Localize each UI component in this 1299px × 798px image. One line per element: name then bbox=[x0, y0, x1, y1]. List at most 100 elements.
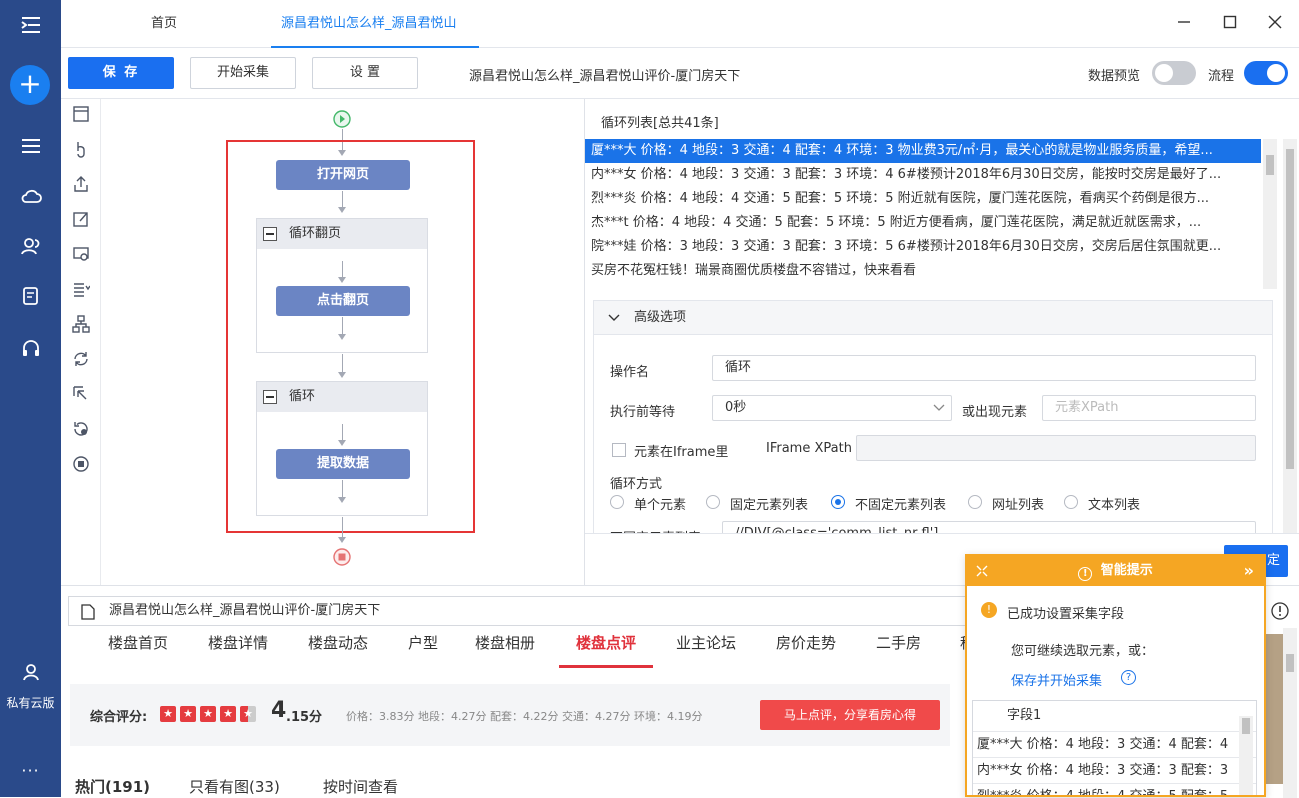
connector-line bbox=[342, 517, 343, 538]
click-tool-icon[interactable] bbox=[69, 140, 93, 164]
iframe-checkbox[interactable] bbox=[612, 443, 626, 457]
nav-item[interactable]: 楼盘首页 bbox=[108, 628, 168, 668]
save-and-start-link[interactable]: 保存并开始采集 bbox=[1011, 670, 1102, 689]
new-task-button[interactable]: + bbox=[10, 65, 50, 105]
chevron-down-icon bbox=[608, 301, 620, 349]
flow-node-open-page[interactable]: 打开网页 bbox=[276, 160, 410, 190]
radio-nonfixed-list[interactable] bbox=[831, 495, 845, 509]
list-item[interactable]: 内***女 价格：4 地段：3 交通：3 配套：3 环境：4 6#楼预计2018… bbox=[585, 163, 1261, 187]
nav-item[interactable]: 房价走势 bbox=[776, 628, 836, 668]
write-review-button[interactable]: 马上点评，分享看房心得 bbox=[760, 700, 940, 730]
connector-line bbox=[342, 424, 343, 441]
flow-toggle[interactable] bbox=[1244, 61, 1288, 85]
nav-item[interactable]: 楼盘详情 bbox=[208, 628, 268, 668]
collapse-double-chevron-icon[interactable]: » bbox=[1244, 556, 1254, 586]
radio-single-element[interactable] bbox=[610, 495, 624, 509]
table-row: 内***女 价格：4 地段：3 交通：3 配套：3 bbox=[973, 757, 1256, 783]
smart-tip-title: 智能提示 bbox=[1100, 563, 1153, 578]
task-list-icon[interactable] bbox=[0, 126, 61, 166]
nav-item[interactable]: 楼盘动态 bbox=[308, 628, 368, 668]
connector-arrow bbox=[338, 440, 346, 446]
user-icon[interactable] bbox=[0, 652, 61, 692]
sort-tab-images[interactable]: 只看有图(33) bbox=[189, 776, 280, 797]
switch-dropdown-tool-icon[interactable] bbox=[69, 280, 93, 304]
loop-page-label: 循环翻页 bbox=[289, 226, 342, 241]
collapse-loop-icon[interactable] bbox=[263, 390, 277, 404]
sort-tab-time[interactable]: 按时间查看 bbox=[323, 776, 398, 797]
help-icon[interactable]: ? bbox=[1121, 670, 1136, 685]
collapse-loop-page-icon[interactable] bbox=[263, 227, 277, 241]
tip-scrollbar[interactable] bbox=[1239, 716, 1253, 795]
browser-scrollbar[interactable] bbox=[1283, 628, 1297, 798]
settings-button[interactable]: 设 置 bbox=[312, 57, 418, 89]
list-item[interactable]: 买房不花冤枉钱！瑞景商圈优质楼盘不容错过，快来看看 bbox=[585, 259, 1261, 283]
cloud-icon[interactable] bbox=[0, 176, 61, 216]
rating-score-decimal: .15分 bbox=[286, 710, 323, 725]
save-button[interactable]: 保 存 bbox=[68, 57, 174, 89]
list-scrollbar[interactable] bbox=[1263, 139, 1277, 289]
list-item[interactable]: 院***娃 价格：3 地段：3 交通：3 配套：3 环境：5 6#楼预计2018… bbox=[585, 235, 1261, 259]
info-icon[interactable] bbox=[1271, 602, 1289, 624]
menu-collapse-icon[interactable] bbox=[0, 5, 61, 45]
flow-node-extract-data[interactable]: 提取数据 bbox=[276, 449, 410, 479]
field-preview-table: 字段1 厦***大 价格：4 地段：3 交通：4 配套：4 内***女 价格：4… bbox=[972, 700, 1257, 795]
panel-scrollbar[interactable] bbox=[1283, 139, 1297, 535]
input-text-tool-icon[interactable] bbox=[69, 210, 93, 234]
tab-home[interactable]: 首页 bbox=[151, 0, 177, 48]
report-icon[interactable] bbox=[0, 276, 61, 316]
tab-task[interactable]: 源昌君悦山怎么样_源昌君悦山 bbox=[271, 0, 479, 48]
maximize-icon[interactable] bbox=[1218, 12, 1242, 36]
expand-icon[interactable] bbox=[975, 556, 989, 598]
radio-url-list[interactable] bbox=[968, 495, 982, 509]
users-icon[interactable] bbox=[0, 226, 61, 266]
connector-line bbox=[342, 261, 343, 278]
iframe-label: 元素在Iframe里 bbox=[634, 445, 729, 460]
loop-tool-icon[interactable] bbox=[69, 350, 93, 374]
open-page-tool-icon[interactable] bbox=[69, 105, 93, 129]
element-xpath-input[interactable]: 元素XPath bbox=[1042, 395, 1256, 421]
mode-label: 单个元素 bbox=[634, 498, 687, 513]
minimize-icon[interactable] bbox=[1172, 12, 1196, 36]
headset-icon[interactable] bbox=[0, 328, 61, 368]
op-name-input[interactable]: 循环 bbox=[712, 355, 1256, 381]
flow-start-icon bbox=[333, 110, 351, 128]
nav-item-active[interactable]: 楼盘点评 bbox=[559, 628, 654, 668]
start-collect-button[interactable]: 开始采集 bbox=[190, 57, 296, 89]
list-item[interactable]: 杰***t 价格：4 地段：4 交通：5 配套：5 环境：5 附近方便看病，厦门… bbox=[585, 211, 1261, 235]
rating-label: 综合评分: bbox=[90, 710, 148, 725]
radio-text-list[interactable] bbox=[1064, 495, 1078, 509]
list-item[interactable]: 烈***炎 价格：4 地段：4 交通：5 配套：5 环境：5 附近就有医院，厦门… bbox=[585, 187, 1261, 211]
more-icon[interactable]: ··· bbox=[0, 750, 61, 790]
extract-tool-icon[interactable] bbox=[69, 175, 93, 199]
recognize-captcha-tool-icon[interactable] bbox=[69, 245, 93, 269]
loop-page-header[interactable]: 循环翻页 bbox=[257, 219, 427, 249]
flow-canvas: 打开网页 循环翻页 点击翻页 循环 提取数据 bbox=[101, 99, 585, 585]
star-rating: ★ ★ ★ ★ ★ bbox=[160, 706, 260, 722]
stop-tool-icon[interactable] bbox=[69, 455, 93, 479]
document-icon bbox=[81, 603, 95, 631]
loop-header[interactable]: 循环 bbox=[257, 382, 427, 412]
nav-item[interactable]: 楼盘相册 bbox=[475, 628, 535, 668]
wait-select[interactable]: 0秒 bbox=[712, 395, 952, 421]
close-icon[interactable] bbox=[1263, 12, 1287, 36]
loop-list[interactable]: 厦***大 价格：4 地段：3 交通：4 配套：4 环境：3 物业费3元/㎡·月… bbox=[585, 139, 1261, 289]
condition-branch-tool-icon[interactable] bbox=[69, 315, 93, 339]
table-row: 烈***炎 价格：4 地段：4 交通：5 配套：5 bbox=[973, 783, 1256, 795]
advanced-options-header[interactable]: 高级选项 bbox=[594, 301, 1272, 335]
data-preview-toggle[interactable] bbox=[1152, 61, 1196, 85]
data-preview-label: 数据预览 bbox=[1088, 69, 1141, 84]
nav-item[interactable]: 户型 bbox=[408, 628, 438, 668]
refresh-tool-icon[interactable] bbox=[69, 420, 93, 444]
nav-item[interactable]: 二手房 bbox=[876, 628, 921, 668]
mouse-hover-tool-icon[interactable] bbox=[69, 385, 93, 409]
sort-tab-hot[interactable]: 热门(191) bbox=[75, 776, 150, 797]
flow-node-click-page[interactable]: 点击翻页 bbox=[276, 286, 410, 316]
op-name-label: 操作名 bbox=[610, 365, 650, 380]
nav-item[interactable]: 业主论坛 bbox=[676, 628, 736, 668]
private-cloud-label[interactable]: 私有云版 bbox=[0, 694, 61, 711]
list-item[interactable]: 厦***大 价格：4 地段：3 交通：4 配套：4 环境：3 物业费3元/㎡·月… bbox=[585, 139, 1261, 163]
mode-label: 文本列表 bbox=[1088, 498, 1141, 513]
loop-settings-panel: 循环列表[总共41条] 厦***大 价格：4 地段：3 交通：4 配套：4 环境… bbox=[585, 99, 1299, 585]
radio-fixed-list[interactable] bbox=[706, 495, 720, 509]
loop-mode-label: 循环方式 bbox=[610, 477, 663, 492]
